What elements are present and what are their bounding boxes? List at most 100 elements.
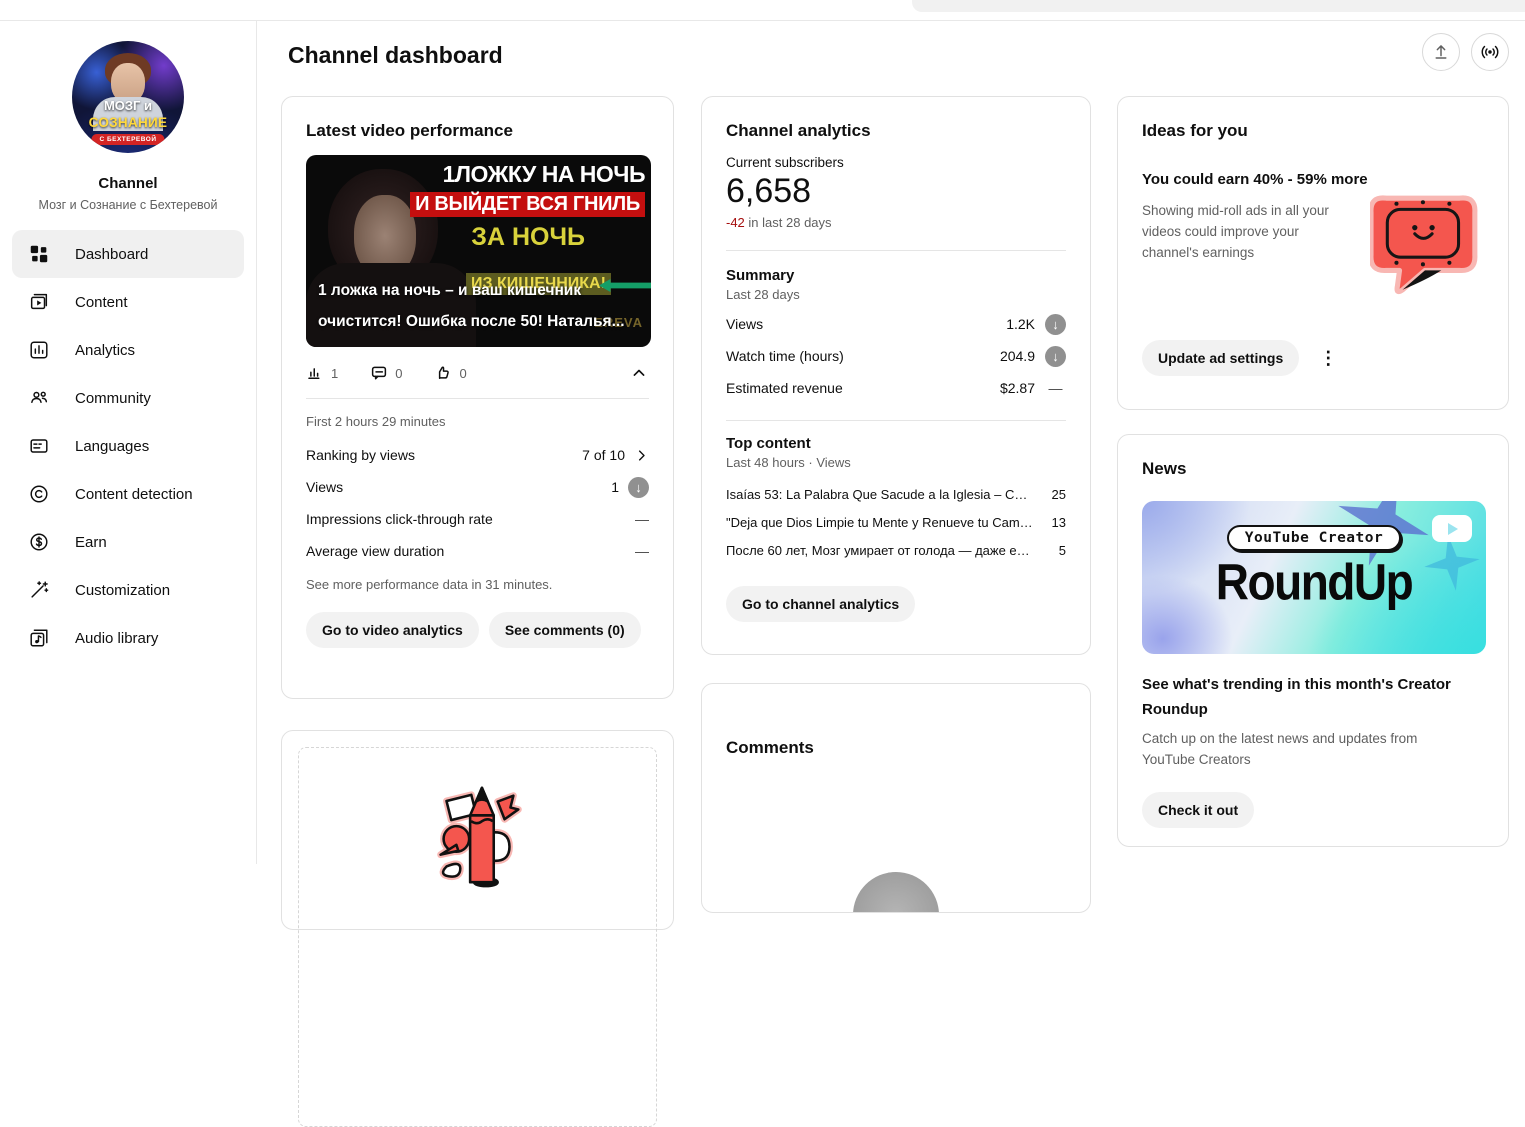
sidebar-item-label: Audio library	[75, 630, 158, 647]
summary-value: $2.87	[1000, 380, 1035, 396]
trend-down-icon: ↓	[1045, 346, 1066, 367]
thumbnail-headline1: 1ЛОЖКУ НА НОЧЬ	[443, 161, 645, 188]
sidebar-item-label: Community	[75, 390, 151, 407]
video-title: Isaías 53: La Palabra Que Sacude a la Ig…	[726, 487, 1044, 502]
summary-label: Views	[726, 316, 1006, 332]
delta-text: in last 28 days	[748, 215, 831, 230]
upload-dropzone[interactable]	[298, 747, 657, 1127]
top-content-subtitle: Last 48 hours · Views	[726, 455, 1066, 470]
check-it-out-button[interactable]: Check it out	[1142, 792, 1254, 828]
community-icon	[28, 387, 50, 409]
divider	[306, 398, 649, 399]
performance-note: See more performance data in 31 minutes.	[306, 577, 649, 592]
card-title: Comments	[726, 738, 1066, 758]
card-title: Ideas for you	[1142, 121, 1484, 141]
channel-analytics-card: Channel analytics Current subscribers 6,…	[701, 96, 1091, 655]
metric-label: Impressions click-through rate	[306, 511, 635, 527]
sidebar-item-label: Earn	[75, 534, 107, 551]
sidebar-item-earn[interactable]: Earn	[12, 518, 244, 566]
page-title: Channel dashboard	[288, 42, 503, 69]
go-to-video-analytics-button[interactable]: Go to video analytics	[306, 612, 479, 648]
go-to-channel-analytics-button[interactable]: Go to channel analytics	[726, 586, 915, 622]
kebab-menu-icon[interactable]: ⋮	[1319, 348, 1337, 369]
upload-prompt-card	[281, 730, 674, 930]
delta-value: -42	[726, 215, 745, 230]
video-comments-count: 0	[395, 366, 402, 381]
sidebar-item-label: Content	[75, 294, 128, 311]
views-chart-icon	[306, 364, 324, 382]
top-bar	[0, 0, 1525, 21]
top-content-row[interactable]: Isaías 53: La Palabra Que Sacude a la Ig…	[726, 480, 1066, 508]
thumbnail-person-body	[306, 263, 476, 347]
sidebar: МОЗГ и СОЗНАНИЕ С БЕХТЕРЕВОЙ Channel Моз…	[0, 21, 257, 864]
sidebar-item-label: Dashboard	[75, 246, 148, 263]
metric-row-ranking[interactable]: Ranking by views 7 of 10	[306, 439, 649, 471]
banner-wordmark: RoundUp	[1142, 552, 1486, 611]
summary-row-views: Views 1.2K ↓	[726, 308, 1066, 340]
metric-label: Views	[306, 479, 611, 495]
update-ad-settings-button[interactable]: Update ad settings	[1142, 340, 1299, 376]
upload-icon	[1430, 41, 1452, 63]
avatar-text-line1: МОЗГ и	[72, 98, 184, 113]
metric-label: Ranking by views	[306, 447, 582, 463]
video-title: "Deja que Dios Limpie tu Mente y Renueve…	[726, 515, 1044, 530]
trend-flat: —	[1045, 380, 1066, 396]
sidebar-menu: Dashboard Content Analytics Community La…	[0, 230, 256, 662]
sidebar-item-community[interactable]: Community	[12, 374, 244, 422]
avatar-badge: С БЕХТЕРЕВОЙ	[91, 134, 164, 145]
dollar-icon	[28, 531, 50, 553]
news-body: Catch up on the latest news and updates …	[1142, 728, 1472, 770]
sidebar-item-dashboard[interactable]: Dashboard	[12, 230, 244, 278]
comment-icon	[370, 364, 388, 382]
see-comments-button[interactable]: See comments (0)	[489, 612, 641, 648]
sidebar-item-label: Customization	[75, 582, 170, 599]
video-views: 13	[1044, 515, 1066, 530]
sidebar-item-analytics[interactable]: Analytics	[12, 326, 244, 374]
card-title: Latest video performance	[306, 121, 649, 141]
sidebar-item-label: Content detection	[75, 486, 193, 503]
collapse-chevron-icon[interactable]	[629, 363, 649, 383]
comments-illustration	[853, 872, 939, 913]
metric-label: Average view duration	[306, 543, 635, 559]
video-views: 25	[1044, 487, 1066, 502]
divider	[726, 250, 1066, 251]
video-views: 5	[1044, 543, 1066, 558]
channel-subtitle: Мозг и Сознание с Бехтеревой	[0, 198, 256, 212]
sidebar-item-customization[interactable]: Customization	[12, 566, 244, 614]
sidebar-item-content[interactable]: Content	[12, 278, 244, 326]
idea-body: Showing mid-roll ads in all your videos …	[1142, 200, 1350, 300]
top-content-row[interactable]: После 60 лет, Мозг умирает от голода — д…	[726, 536, 1066, 564]
news-headline: See what's trending in this month's Crea…	[1142, 672, 1472, 722]
trend-down-icon: ↓	[628, 477, 649, 498]
metric-value: 7 of 10	[582, 447, 625, 463]
top-content-row[interactable]: "Deja que Dios Limpie tu Mente y Renueve…	[726, 508, 1066, 536]
ads-doodle-illustration	[1370, 192, 1484, 300]
video-likes-count: 0	[459, 366, 466, 381]
thumbnail-headline2: И ВЫЙДЕТ ВСЯ ГНИЛЬ	[410, 192, 645, 217]
play-button-icon	[1432, 515, 1472, 542]
video-thumbnail[interactable]: 1ЛОЖКУ НА НОЧЬ И ВЫЙДЕТ ВСЯ ГНИЛЬ ЗА НОЧ…	[306, 155, 651, 347]
audio-library-icon	[28, 627, 50, 649]
sidebar-item-audio-library[interactable]: Audio library	[12, 614, 244, 662]
sidebar-item-languages[interactable]: Languages	[12, 422, 244, 470]
comments-card: Comments	[701, 683, 1091, 913]
metric-row-views: Views 1 ↓	[306, 471, 649, 503]
go-live-button[interactable]	[1471, 33, 1509, 71]
metric-value: —	[635, 543, 649, 559]
summary-label: Watch time (hours)	[726, 348, 1000, 364]
thumbnail-caption1: 1 ложка на ночь – и ваш кишечник	[318, 282, 581, 300]
sidebar-item-content-detection[interactable]: Content detection	[12, 470, 244, 518]
performance-window-label: First 2 hours 29 minutes	[306, 414, 649, 429]
upload-video-button[interactable]	[1422, 33, 1460, 71]
channel-name: Channel	[0, 175, 256, 192]
channel-avatar[interactable]: МОЗГ и СОЗНАНИЕ С БЕХТЕРЕВОЙ	[72, 41, 184, 153]
ideas-for-you-card: Ideas for you You could earn 40% - 59% m…	[1117, 96, 1509, 410]
top-content-title: Top content	[726, 435, 1066, 452]
summary-title: Summary	[726, 267, 1066, 284]
magic-wand-icon	[28, 579, 50, 601]
subscribers-delta: -42 in last 28 days	[726, 215, 1066, 230]
video-views-count: 1	[331, 366, 338, 381]
search-bar[interactable]	[912, 0, 1525, 12]
news-banner[interactable]: YouTube Creator RoundUp	[1142, 501, 1486, 654]
copyright-icon	[28, 483, 50, 505]
